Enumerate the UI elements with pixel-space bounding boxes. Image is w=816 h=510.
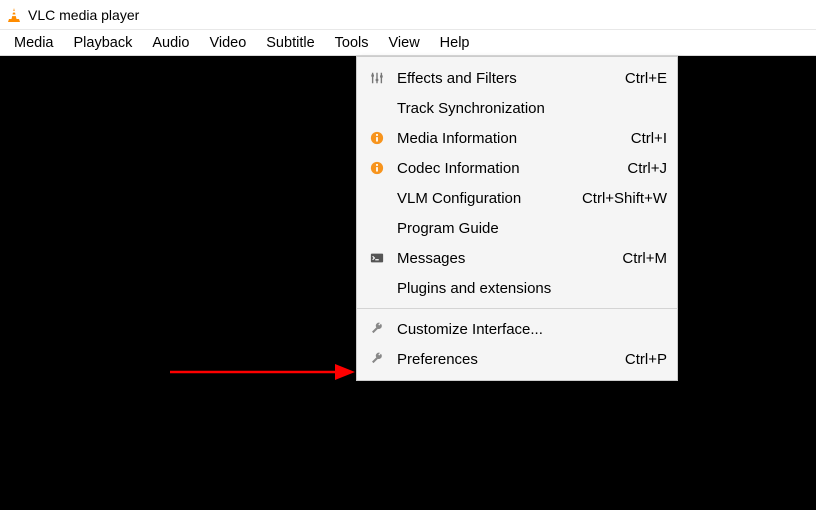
menu-media[interactable]: Media [4, 32, 64, 54]
menuitem-label: Messages [397, 250, 612, 267]
menuitem-shortcut: Ctrl+E [625, 70, 667, 87]
menuitem-customize-interface[interactable]: Customize Interface... [357, 314, 677, 344]
menu-playback[interactable]: Playback [64, 32, 143, 54]
menu-audio[interactable]: Audio [142, 32, 199, 54]
titlebar: VLC media player [0, 0, 816, 30]
menu-video[interactable]: Video [199, 32, 256, 54]
menuitem-vlm-config[interactable]: VLM Configuration Ctrl+Shift+W [357, 183, 677, 213]
menuitem-shortcut: Ctrl+J [627, 160, 667, 177]
menuitem-program-guide[interactable]: Program Guide [357, 213, 677, 243]
menuitem-label: Plugins and extensions [397, 280, 657, 297]
menuitem-shortcut: Ctrl+I [631, 130, 667, 147]
vlc-cone-icon [6, 7, 22, 23]
sliders-icon [367, 68, 387, 88]
terminal-icon [367, 248, 387, 268]
menu-tools[interactable]: Tools [325, 32, 379, 54]
menuitem-label: Media Information [397, 130, 621, 147]
menu-help[interactable]: Help [430, 32, 480, 54]
menuitem-label: Effects and Filters [397, 70, 615, 87]
menuitem-shortcut: Ctrl+P [625, 351, 667, 368]
info-icon [367, 128, 387, 148]
menuitem-plugins[interactable]: Plugins and extensions [357, 273, 677, 303]
menuitem-label: Codec Information [397, 160, 617, 177]
menuitem-label: Program Guide [397, 220, 657, 237]
menuitem-label: Customize Interface... [397, 321, 657, 338]
tools-dropdown: Effects and Filters Ctrl+E Track Synchro… [356, 56, 678, 381]
blank-icon [367, 98, 387, 118]
menu-subtitle[interactable]: Subtitle [256, 32, 324, 54]
menuitem-label: VLM Configuration [397, 190, 572, 207]
menuitem-track-sync[interactable]: Track Synchronization [357, 93, 677, 123]
menuitem-effects-filters[interactable]: Effects and Filters Ctrl+E [357, 63, 677, 93]
menuitem-shortcut: Ctrl+M [622, 250, 667, 267]
menuitem-label: Track Synchronization [397, 100, 657, 117]
menuitem-media-info[interactable]: Media Information Ctrl+I [357, 123, 677, 153]
menu-view[interactable]: View [379, 32, 430, 54]
menu-separator [357, 308, 677, 309]
blank-icon [367, 188, 387, 208]
menuitem-preferences[interactable]: Preferences Ctrl+P [357, 344, 677, 374]
window-title: VLC media player [28, 7, 139, 23]
blank-icon [367, 218, 387, 238]
wrench-icon [367, 319, 387, 339]
menuitem-codec-info[interactable]: Codec Information Ctrl+J [357, 153, 677, 183]
blank-icon [367, 278, 387, 298]
menuitem-messages[interactable]: Messages Ctrl+M [357, 243, 677, 273]
menuitem-shortcut: Ctrl+Shift+W [582, 190, 667, 207]
wrench-icon [367, 349, 387, 369]
menuitem-label: Preferences [397, 351, 615, 368]
info-icon [367, 158, 387, 178]
menubar: Media Playback Audio Video Subtitle Tool… [0, 30, 816, 56]
